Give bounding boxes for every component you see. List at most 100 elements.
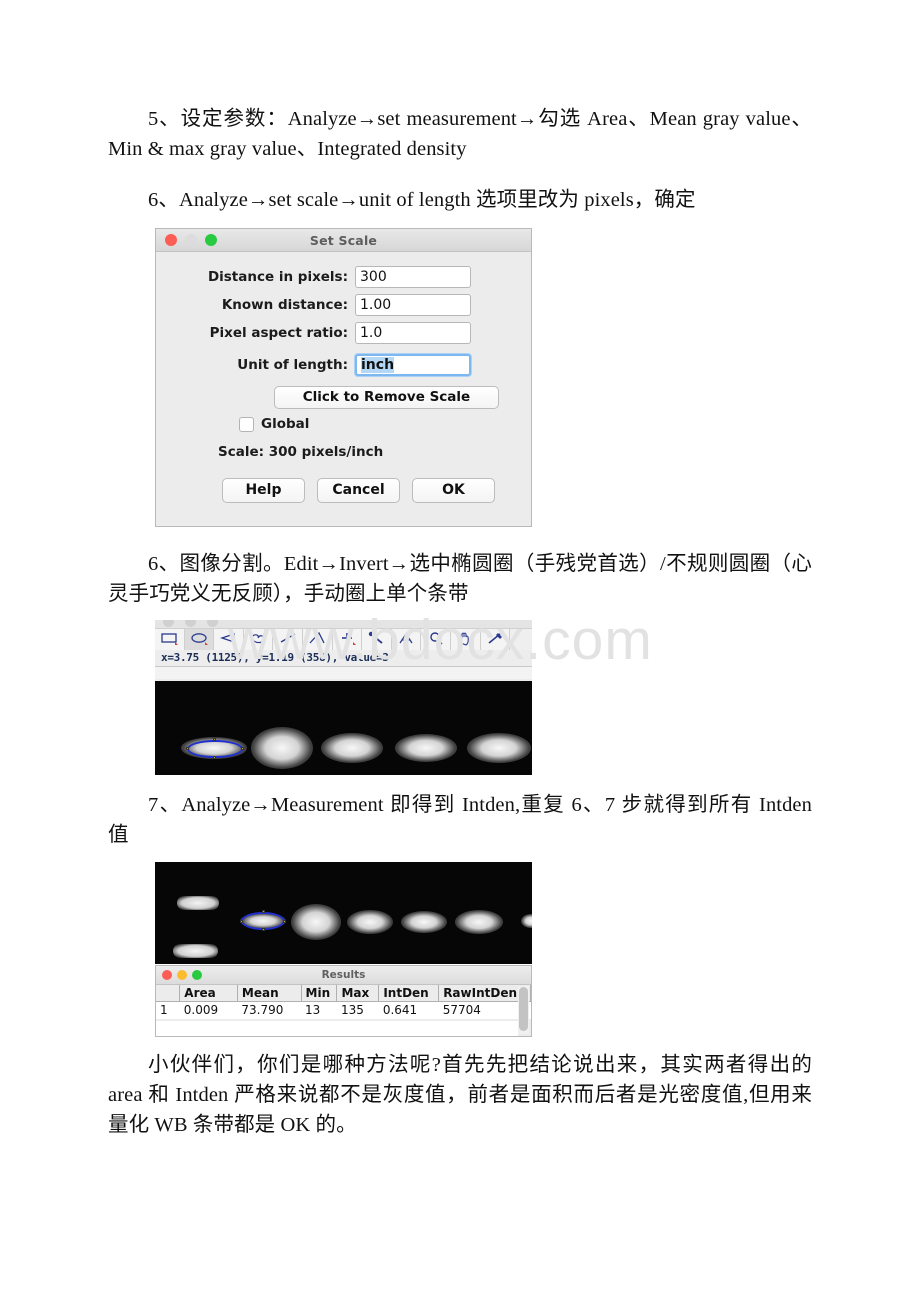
click-to-remove-scale-button[interactable]: Click to Remove Scale bbox=[274, 386, 499, 409]
window-controls[interactable] bbox=[165, 234, 217, 246]
gel-band bbox=[347, 910, 393, 934]
field-row-known-distance: Known distance: 1.00 bbox=[156, 294, 531, 316]
roi-handle[interactable] bbox=[241, 747, 244, 750]
gel-band bbox=[291, 904, 341, 940]
results-title: Results bbox=[321, 969, 366, 981]
ok-button[interactable]: OK bbox=[412, 478, 495, 503]
gel-band bbox=[401, 911, 447, 933]
dialog-button-row: Help Cancel OK bbox=[222, 478, 531, 503]
paragraph-conclusion: 小伙伴们，你们是哪种方法呢?首先先把结论说出来，其实两者得出的 area 和 I… bbox=[108, 1054, 812, 1136]
cancel-button[interactable]: Cancel bbox=[317, 478, 400, 503]
known-distance-input[interactable]: 1.00 bbox=[355, 294, 471, 316]
gel-image-invert-selection[interactable] bbox=[155, 681, 532, 775]
magnifier-tool-icon[interactable] bbox=[421, 629, 451, 650]
field-row-pixel-aspect-ratio: Pixel aspect ratio: 1.0 bbox=[156, 322, 531, 344]
global-checkbox-row[interactable]: Global bbox=[239, 416, 531, 432]
imagej-filler bbox=[155, 667, 532, 679]
gel-band bbox=[251, 727, 313, 769]
dialog-body: Distance in pixels: 300 Known distance: … bbox=[156, 252, 531, 503]
column-header-min[interactable]: Min bbox=[301, 985, 338, 1002]
global-label: Global bbox=[261, 416, 310, 432]
column-header-max[interactable]: Max bbox=[336, 985, 380, 1002]
results-table[interactable]: Area Mean Min Max IntDen RawIntDen 1 0.0… bbox=[156, 985, 531, 1019]
cell-min: 13 bbox=[301, 1001, 337, 1019]
pixel-aspect-ratio-input[interactable]: 1.0 bbox=[355, 322, 471, 344]
cell-intden: 0.641 bbox=[378, 1001, 439, 1019]
field-row-distance-in-pixels: Distance in pixels: 300 bbox=[156, 266, 531, 288]
gel-band bbox=[455, 910, 503, 934]
gel-marker-band bbox=[173, 944, 218, 958]
text-tool-icon[interactable] bbox=[391, 629, 422, 650]
distance-in-pixels-input[interactable]: 300 bbox=[355, 266, 471, 288]
freehand-tool-icon[interactable] bbox=[243, 629, 274, 650]
cell-mean: 73.790 bbox=[237, 1001, 302, 1019]
pixel-aspect-ratio-label: Pixel aspect ratio: bbox=[209, 325, 348, 341]
cell-area: 0.009 bbox=[179, 1001, 238, 1019]
known-distance-label: Known distance: bbox=[221, 297, 348, 313]
oval-tool-icon[interactable] bbox=[184, 629, 215, 650]
rectangle-tool-icon[interactable] bbox=[155, 629, 185, 650]
column-header-mean[interactable]: Mean bbox=[237, 985, 302, 1002]
paragraph-step-6-setscale: 6、Analyze→set scale→unit of length 选项里改为… bbox=[148, 189, 696, 211]
column-header-index[interactable] bbox=[156, 985, 181, 1002]
unit-of-length-label: Unit of length: bbox=[237, 357, 348, 373]
maximize-button-icon[interactable] bbox=[205, 234, 217, 246]
close-button-icon[interactable] bbox=[165, 234, 177, 246]
results-window[interactable]: Results Area Mean Min Max IntDen RawIntD… bbox=[155, 965, 532, 1037]
hand-tool-icon[interactable] bbox=[450, 629, 481, 650]
dropper-tool-icon[interactable] bbox=[480, 629, 511, 650]
distance-in-pixels-label: Distance in pixels: bbox=[207, 269, 348, 285]
roi-handle[interactable] bbox=[283, 920, 286, 923]
gel-band bbox=[395, 734, 457, 762]
results-titlebar[interactable]: Results bbox=[156, 966, 531, 985]
line-tool-icon[interactable] bbox=[273, 629, 303, 650]
unit-of-length-input[interactable]: inch bbox=[355, 354, 471, 376]
paragraph-step-5: 5、设定参数：Analyze→set measurement→勾选 Area、M… bbox=[108, 108, 812, 160]
polygon-tool-icon[interactable] bbox=[214, 629, 244, 650]
cell-rawintden: 57704 bbox=[438, 1001, 531, 1019]
gel-image-measured[interactable] bbox=[155, 862, 532, 964]
gel-marker-band bbox=[177, 896, 219, 910]
imagej-status-bar: x=3.75 (1125), y=1.19 (358), value=3 bbox=[155, 650, 532, 667]
paragraph-step-6-segmentation: 6、图像分割。Edit→Invert→选中椭圆圈（手残党首选）/不规则圆圈（心灵… bbox=[108, 553, 812, 605]
gel-band bbox=[321, 733, 383, 763]
column-header-area[interactable]: Area bbox=[179, 985, 238, 1002]
roi-handle[interactable] bbox=[240, 920, 243, 923]
roi-handle[interactable] bbox=[213, 738, 216, 741]
unit-of-length-value: inch bbox=[361, 357, 395, 373]
distance-in-pixels-value: 300 bbox=[360, 269, 387, 285]
table-row[interactable]: 1 0.009 73.790 13 135 0.641 57704 bbox=[156, 1001, 531, 1019]
minimize-button-icon[interactable] bbox=[185, 234, 197, 246]
set-scale-dialog[interactable]: Set Scale Distance in pixels: 300 Known … bbox=[155, 228, 532, 527]
paragraph-step-7: 7、Analyze→Measurement 即得到 Intden,重复 6、7 … bbox=[108, 794, 812, 846]
known-distance-value: 1.00 bbox=[360, 297, 392, 313]
roi-handle[interactable] bbox=[262, 910, 265, 913]
roi-handle[interactable] bbox=[213, 756, 216, 759]
point-tool-icon[interactable] bbox=[332, 629, 363, 650]
roi-handle[interactable] bbox=[186, 747, 189, 750]
wand-tool-icon[interactable] bbox=[362, 629, 392, 650]
global-checkbox[interactable] bbox=[239, 416, 254, 432]
pixel-aspect-ratio-value: 1.0 bbox=[360, 325, 383, 341]
gel-band bbox=[467, 733, 531, 763]
gel-band bbox=[521, 914, 532, 928]
help-button[interactable]: Help bbox=[222, 478, 305, 503]
close-button-icon[interactable] bbox=[163, 620, 174, 627]
imagej-tool-palette[interactable] bbox=[155, 628, 532, 650]
cell-max: 135 bbox=[336, 1001, 379, 1019]
field-row-unit-of-length: Unit of length: inch bbox=[156, 354, 531, 376]
maximize-button-icon[interactable] bbox=[207, 620, 218, 627]
results-vertical-scrollbar[interactable] bbox=[518, 986, 529, 1034]
angle-tool-icon[interactable] bbox=[302, 629, 333, 650]
column-header-intden[interactable]: IntDen bbox=[378, 985, 440, 1002]
dialog-titlebar[interactable]: Set Scale bbox=[156, 229, 531, 252]
cell-index: 1 bbox=[156, 1001, 180, 1019]
results-empty-area bbox=[156, 1021, 518, 1036]
roi-handle[interactable] bbox=[262, 928, 265, 931]
imagej-titlebar[interactable] bbox=[155, 620, 532, 628]
scale-summary-text: Scale: 300 pixels/inch bbox=[218, 444, 384, 460]
scrollbar-thumb[interactable] bbox=[519, 987, 528, 1031]
column-header-rawintden[interactable]: RawIntDen bbox=[438, 985, 531, 1002]
table-header-row: Area Mean Min Max IntDen RawIntDen bbox=[156, 985, 531, 1002]
minimize-button-icon[interactable] bbox=[185, 620, 196, 627]
